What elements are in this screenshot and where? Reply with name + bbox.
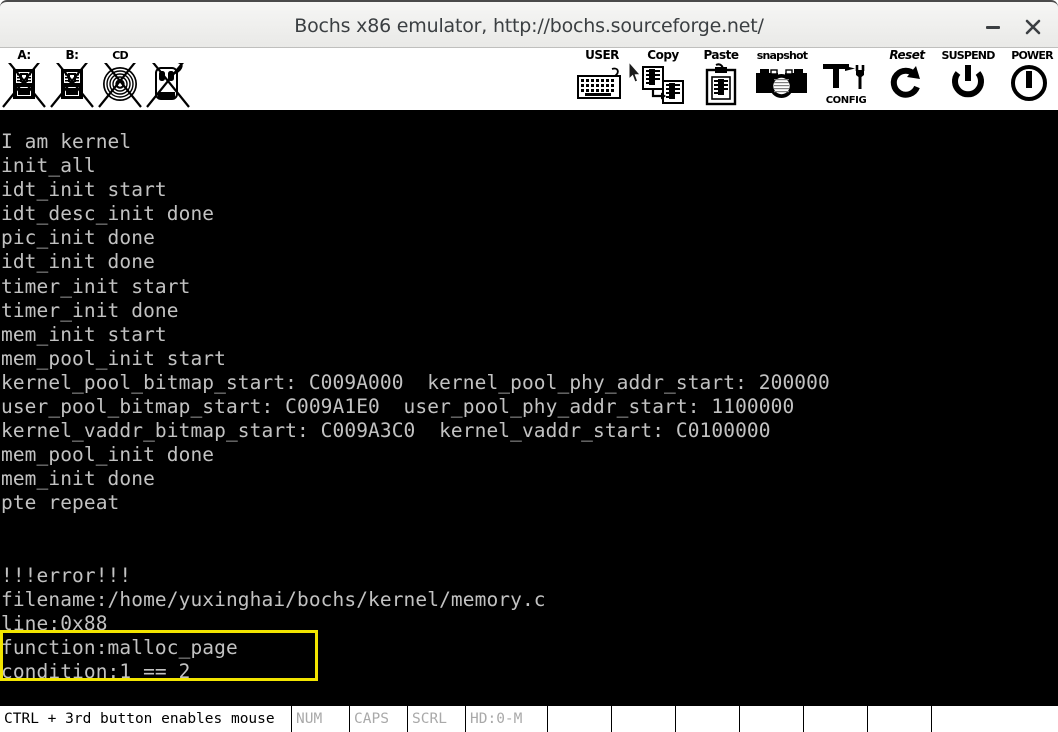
statusbar-slot-4 bbox=[740, 706, 804, 732]
wrench-icon bbox=[815, 63, 877, 97]
caps-lock-indicator: CAPS bbox=[350, 706, 408, 732]
bochs-emulator-window: Bochs x86 emulator, http://bochs.sourcef… bbox=[0, 0, 1058, 732]
power-button[interactable]: POWER bbox=[1000, 48, 1058, 110]
mouse-disabled-icon bbox=[145, 63, 191, 110]
keyboard-icon bbox=[572, 63, 632, 107]
copy-label: Copy bbox=[647, 48, 679, 62]
config-label: CONFIG bbox=[825, 95, 867, 106]
floppy-disabled-icon bbox=[49, 63, 95, 110]
reset-button[interactable]: Reset bbox=[878, 48, 936, 110]
paste-button[interactable]: Paste bbox=[692, 48, 750, 110]
statusbar-slot-2 bbox=[612, 706, 676, 732]
mouse-button[interactable] bbox=[144, 48, 192, 110]
floppy-a-button[interactable]: A: bbox=[0, 48, 48, 110]
mouse-label bbox=[166, 49, 170, 62]
floppy-b-button[interactable]: B: bbox=[48, 48, 96, 110]
clipboard-icon bbox=[694, 63, 748, 107]
floppy-disabled-icon bbox=[1, 63, 47, 110]
user-label: USER bbox=[585, 48, 619, 62]
toolbar-right-group: USER Copy Paste snapshot CONFIG Reset SU… bbox=[570, 48, 1058, 110]
statusbar-slot-6 bbox=[868, 706, 932, 732]
cdrom-label: CD bbox=[112, 49, 128, 62]
statusbar-slot-3 bbox=[676, 706, 740, 732]
close-button[interactable] bbox=[1020, 14, 1046, 40]
hd-activity-indicator: HD:0-M bbox=[466, 706, 548, 732]
vga-console: I am kernel init_all idt_init start idt_… bbox=[0, 110, 1058, 706]
config-top-spacer bbox=[844, 49, 848, 62]
cdrom-disabled-icon bbox=[97, 63, 143, 110]
window-titlebar[interactable]: Bochs x86 emulator, http://bochs.sourcef… bbox=[0, 0, 1058, 48]
snapshot-label: snapshot bbox=[756, 49, 808, 62]
statusbar-message: CTRL + 3rd button enables mouse bbox=[0, 706, 292, 732]
toolbar-left-group: A: B: CD bbox=[0, 48, 192, 110]
power-off-icon bbox=[943, 63, 993, 107]
bochs-toolbar: A: B: CD USER Copy Paste snapshot CONFIG… bbox=[0, 48, 1058, 110]
reset-label: Reset bbox=[889, 48, 925, 62]
camera-icon bbox=[751, 63, 813, 107]
suspend-label: SUSPEND bbox=[941, 49, 995, 62]
copy-button[interactable]: Copy bbox=[634, 48, 692, 110]
minimize-button[interactable] bbox=[980, 14, 1006, 40]
floppy-a-label: A: bbox=[17, 48, 31, 62]
power-label: POWER bbox=[1011, 49, 1053, 62]
snapshot-button[interactable]: snapshot bbox=[750, 48, 814, 110]
window-title: Bochs x86 emulator, http://bochs.sourcef… bbox=[294, 15, 764, 37]
statusbar-slot-7 bbox=[932, 706, 1058, 732]
config-button[interactable]: CONFIG bbox=[814, 48, 878, 110]
console-output: I am kernel init_all idt_init start idt_… bbox=[1, 130, 830, 684]
power-icon bbox=[1007, 63, 1057, 107]
cdrom-button[interactable]: CD bbox=[96, 48, 144, 110]
statusbar-slot-1 bbox=[548, 706, 612, 732]
statusbar-slot-5 bbox=[804, 706, 868, 732]
user-button[interactable]: USER bbox=[570, 48, 634, 110]
reset-icon bbox=[882, 63, 932, 107]
suspend-button[interactable]: SUSPEND bbox=[936, 48, 1000, 110]
bochs-statusbar: CTRL + 3rd button enables mouse NUM CAPS… bbox=[0, 706, 1058, 732]
scroll-lock-indicator: SCRL bbox=[408, 706, 466, 732]
copy-icon bbox=[636, 63, 690, 107]
floppy-b-label: B: bbox=[65, 48, 79, 62]
num-lock-indicator: NUM bbox=[292, 706, 350, 732]
paste-label: Paste bbox=[703, 48, 739, 62]
